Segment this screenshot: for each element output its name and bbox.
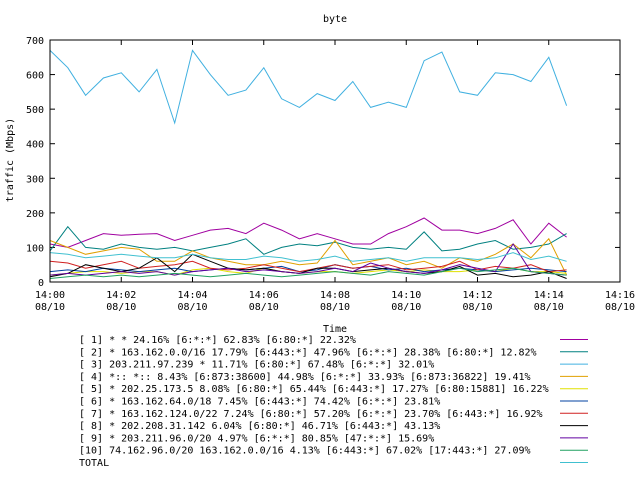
chart-title: byte bbox=[323, 14, 347, 25]
x-tick-date-label: 08/10 bbox=[177, 302, 207, 313]
x-tick-date-label: 08/10 bbox=[320, 302, 350, 313]
y-tick-label: 300 bbox=[26, 174, 44, 185]
series-line-1 bbox=[49, 217, 567, 248]
x-tick-date-label: 08/10 bbox=[35, 302, 65, 313]
x-tick-date-label: 08/10 bbox=[106, 302, 136, 313]
y-tick-label: 100 bbox=[26, 243, 44, 254]
x-tick-date-label: 08/10 bbox=[534, 302, 564, 313]
x-tick-time-label: 14:10 bbox=[391, 290, 421, 301]
legend-label: [ 5] * 202.25.173.5 8.08% [6:80:*] 65.44… bbox=[79, 384, 549, 395]
x-tick-date-label: 08/10 bbox=[462, 302, 492, 313]
x-tick-time-label: 14:00 bbox=[35, 290, 65, 301]
y-tick-label: 700 bbox=[26, 36, 44, 47]
y-axis-label: traffic (Mbps) bbox=[5, 118, 16, 202]
legend-label: [10] 74.162.96.0/20 163.162.0.0/16 4.13%… bbox=[79, 446, 531, 457]
legend-label: TOTAL bbox=[79, 458, 109, 469]
legend-label: [ 6] * 163.162.64.0/18 7.45% [6:443:*] 7… bbox=[79, 397, 440, 408]
series-group bbox=[49, 49, 568, 279]
y-tick-label: 200 bbox=[26, 209, 44, 220]
legend: [ 1] * * 24.16% [6:*:*] 62.83% [6:80:*] … bbox=[79, 335, 588, 469]
x-tick-time-label: 14:04 bbox=[177, 290, 207, 301]
legend-label: [ 9] * 203.211.96.0/20 4.97% [6:*:*] 80.… bbox=[79, 433, 434, 444]
legend-label: [ 8] * 202.208.31.142 6.04% [6:80:*] 46.… bbox=[79, 421, 440, 432]
series-line-3 bbox=[49, 49, 568, 125]
y-tick-label: 600 bbox=[26, 71, 44, 82]
series-line-2 bbox=[49, 225, 567, 255]
x-tick-time-label: 14:08 bbox=[320, 290, 350, 301]
x-tick-date-label: 08/10 bbox=[605, 302, 635, 313]
y-tick-label: 0 bbox=[38, 278, 44, 289]
legend-label: [ 2] * 163.162.0.0/16 17.79% [6:443:*] 4… bbox=[79, 347, 537, 358]
x-tick-date-label: 08/10 bbox=[249, 302, 279, 313]
x-tick-date-label: 08/10 bbox=[391, 302, 421, 313]
x-tick-time-label: 14:12 bbox=[462, 290, 492, 301]
y-tick-label: 500 bbox=[26, 105, 44, 116]
x-tick-time-label: 14:14 bbox=[534, 290, 564, 301]
legend-label: [ 4] *:: *:: 8.43% [6:873:38600] 44.98% … bbox=[79, 372, 531, 383]
x-tick-time-label: 14:16 bbox=[605, 290, 635, 301]
y-tick-label: 400 bbox=[26, 140, 44, 151]
traffic-chart: byte traffic (Mbps) Time 0 100 200 300 400 50… bbox=[5, 14, 635, 469]
legend-label: [ 1] * * 24.16% [6:*:*] 62.83% [6:80:*] … bbox=[79, 335, 356, 346]
x-tick-time-label: 14:02 bbox=[106, 290, 136, 301]
x-axis-label: Time bbox=[323, 324, 347, 335]
x-tick-time-label: 14:06 bbox=[249, 290, 279, 301]
legend-label: [ 7] * 163.162.124.0/22 7.24% [6:80:*] 5… bbox=[79, 409, 543, 420]
legend-label: [ 3] 203.211.97.239 * 11.71% [6:80:*] 67… bbox=[79, 360, 434, 371]
